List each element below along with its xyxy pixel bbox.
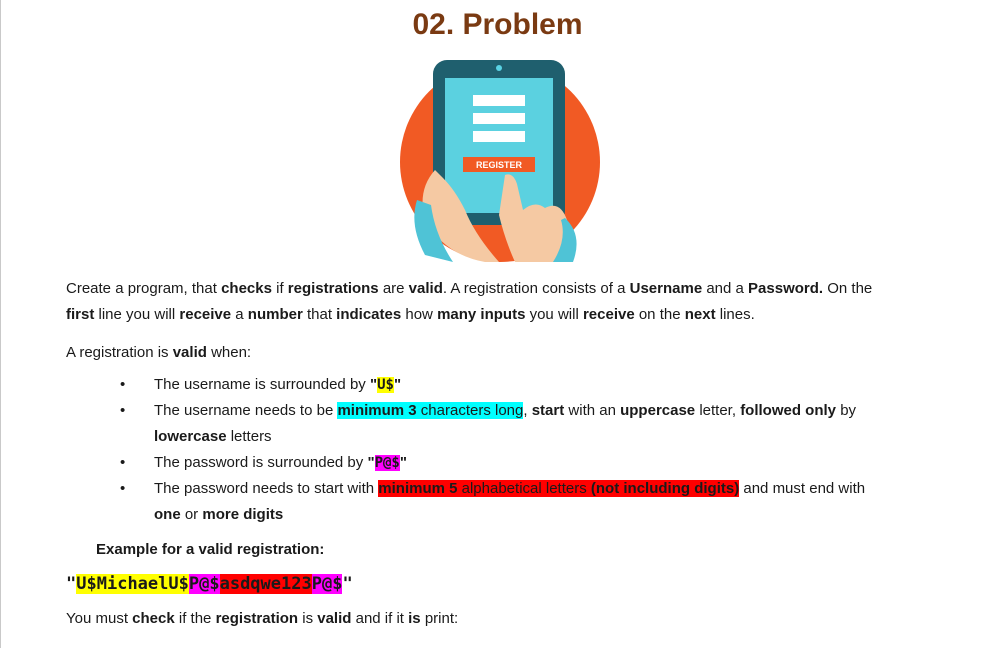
example-label: Example for a valid registration: — [96, 541, 325, 558]
rules-list: • The username is surrounded by "U$" • T… — [66, 372, 946, 528]
check-paragraph: You must check if the registration is va… — [66, 610, 459, 627]
intro-paragraph: Create a program, that checks if registr… — [66, 280, 873, 323]
page-left-border — [0, 0, 1, 648]
register-tablet-illustration: REGISTER — [400, 60, 600, 262]
rule-item: • The username is surrounded by "U$" — [120, 376, 402, 393]
rule-item: • The password is surrounded by "P@$" — [120, 454, 407, 471]
example-registration-code: "U$MichaelU$P@$asdqwe123P@$" — [66, 574, 353, 594]
valid-when-paragraph: A registration is valid when: — [66, 344, 252, 361]
rule-item: • The password needs to start with minim… — [120, 480, 866, 523]
page-title: 02. Problem — [412, 8, 583, 41]
rule-item: • The username needs to be minimum 3 cha… — [120, 402, 857, 445]
register-button-label: REGISTER — [476, 160, 523, 170]
